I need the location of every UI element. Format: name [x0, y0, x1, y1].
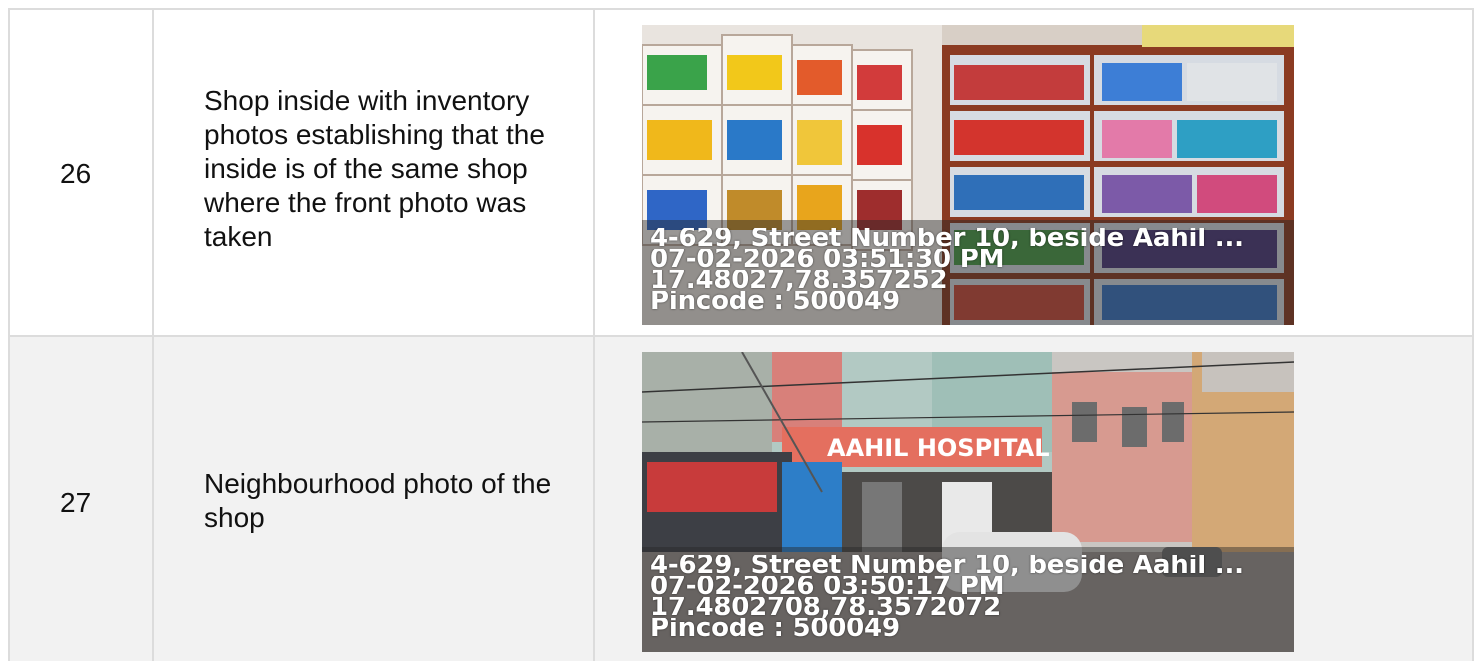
stamp-coords: 17.48027,78.357252	[650, 270, 948, 291]
stamp-datetime: 07-02-2026 03:50:17 PM	[650, 576, 1005, 597]
stamp-datetime: 07-02-2026 03:51:30 PM	[650, 249, 1005, 270]
geo-stamp: 4-629, Street Number 10, beside Aahil ..…	[642, 547, 1294, 652]
stamp-address: 4-629, Street Number 10, beside Aahil ..…	[650, 555, 1244, 576]
row-description: Neighbourhood photo of the shop	[204, 468, 552, 533]
row-number: 26	[60, 158, 92, 189]
hospital-sign-text: AAHIL HOSPITAL	[827, 434, 1049, 462]
stamp-pincode: Pincode : 500049	[650, 618, 900, 639]
row-number: 27	[60, 487, 92, 518]
description-cell: Neighbourhood photo of the shop	[154, 337, 595, 661]
table-row: 26 Shop inside with inventory photos est…	[8, 8, 1474, 335]
table-row: 27 Neighbourhood photo of the shop AAHIL…	[8, 335, 1474, 661]
stamp-coords: 17.4802708,78.3572072	[650, 597, 1002, 618]
stamp-address: 4-629, Street Number 10, beside Aahil ..…	[650, 228, 1244, 249]
shop-interior-photo: 4-629, Street Number 10, beside Aahil ..…	[642, 25, 1294, 325]
number-cell: 26	[10, 10, 154, 335]
geo-stamp: 4-629, Street Number 10, beside Aahil ..…	[642, 220, 1294, 325]
number-cell: 27	[10, 337, 154, 661]
street-neighbourhood-photo: AAHIL HOSPITAL 4-629, Street Number 10, …	[642, 352, 1294, 652]
row-description: Shop inside with inventory photos establ…	[204, 85, 545, 252]
description-cell: Shop inside with inventory photos establ…	[154, 10, 595, 335]
photo-cell: 4-629, Street Number 10, beside Aahil ..…	[595, 10, 1472, 335]
stamp-pincode: Pincode : 500049	[650, 291, 900, 312]
photo-cell: AAHIL HOSPITAL 4-629, Street Number 10, …	[595, 337, 1472, 661]
